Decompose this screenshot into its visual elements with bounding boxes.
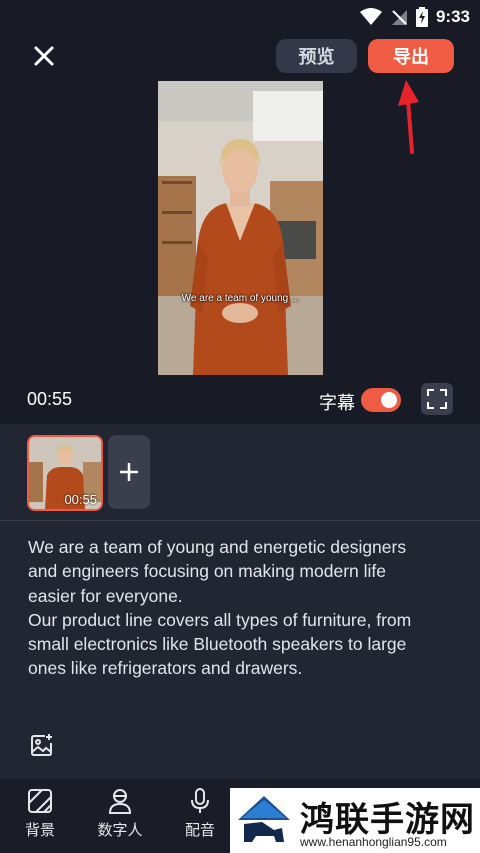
battery-charging-icon bbox=[415, 7, 428, 27]
watermark-logo bbox=[238, 796, 290, 842]
wifi-icon bbox=[359, 8, 382, 25]
red-arrow-annotation bbox=[398, 80, 419, 154]
watermark-title: 鸿联手游网 bbox=[300, 800, 475, 840]
script-text[interactable]: We are a team of young and energetic des… bbox=[28, 535, 448, 681]
script-line: small electronics like Bluetooth speaker… bbox=[28, 634, 407, 655]
script-line: We are a team of young and energetic des… bbox=[28, 537, 407, 557]
script-line: ones like refrigerators and drawers. bbox=[28, 658, 303, 679]
script-line: and engineers focusing on making modern … bbox=[28, 561, 386, 582]
watermark-url: www.henanhonglian95.com bbox=[300, 835, 447, 849]
avatar-icon bbox=[108, 789, 132, 814]
nav-item-voice[interactable]: 配音 bbox=[170, 787, 230, 840]
playback-time: 00:55 bbox=[27, 389, 73, 409]
status-time: 9:33 bbox=[435, 7, 470, 26]
nav-label: 背景 bbox=[24, 822, 55, 839]
nav-item-background[interactable]: 背景 bbox=[10, 787, 70, 840]
script-editor[interactable]: We are a team of young and energetic des… bbox=[0, 521, 480, 779]
plus-icon bbox=[120, 463, 138, 481]
export-button[interactable]: 导出 bbox=[368, 39, 454, 73]
toggle-knob bbox=[381, 392, 397, 408]
subtitle-label: 字幕 bbox=[319, 393, 355, 413]
script-line: Our product line covers all types of fur… bbox=[28, 609, 412, 630]
microphone-icon bbox=[191, 788, 209, 813]
presenter-video-frame bbox=[158, 81, 323, 375]
no-signal-icon bbox=[391, 10, 407, 25]
video-subtitle: We are a team of young ... bbox=[181, 293, 300, 304]
nav-label: 配音 bbox=[184, 822, 215, 839]
add-clip-button[interactable] bbox=[108, 435, 150, 509]
clip-thumbnail[interactable]: 00:55 bbox=[27, 435, 103, 511]
subtitle-toggle[interactable] bbox=[361, 388, 401, 412]
watermark-overlay: 鸿联手游网 www.henanhonglian95.com bbox=[230, 788, 480, 853]
fullscreen-button[interactable] bbox=[421, 383, 453, 415]
clip-duration: 00:55 bbox=[64, 492, 97, 507]
status-bar: 9:33 bbox=[359, 4, 470, 30]
background-icon bbox=[28, 789, 52, 813]
preview-button[interactable]: 预览 bbox=[276, 39, 357, 73]
fullscreen-icon bbox=[427, 389, 447, 409]
nav-item-avatar[interactable]: 数字人 bbox=[90, 787, 150, 840]
image-add-icon[interactable] bbox=[30, 733, 54, 757]
nav-label: 数字人 bbox=[97, 822, 143, 839]
video-preview[interactable]: We are a team of young ... bbox=[158, 81, 323, 375]
script-line: easier for everyone. bbox=[28, 585, 183, 606]
close-icon[interactable] bbox=[30, 42, 58, 70]
